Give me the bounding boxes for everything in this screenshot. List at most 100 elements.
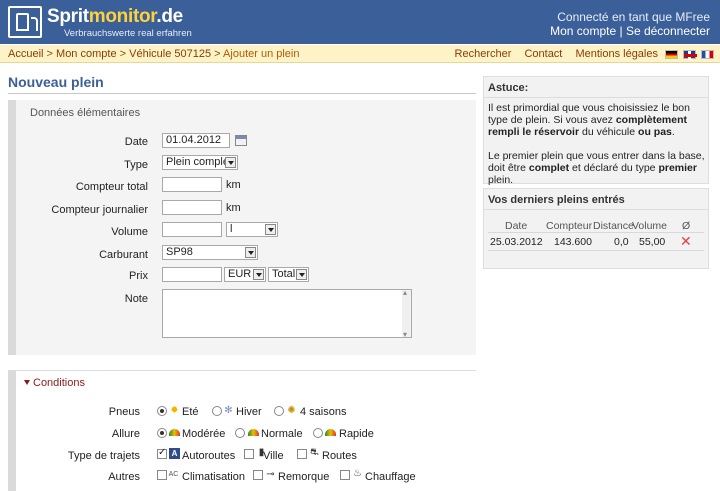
trips-city-label: Ville — [263, 450, 284, 462]
caret-down-icon — [24, 380, 30, 385]
calendar-icon[interactable] — [235, 135, 247, 146]
breadcrumb-account[interactable]: Mon compte — [56, 48, 117, 60]
tyres-summer-radio[interactable] — [157, 406, 167, 416]
tip-paragraph-1: Il est primordial que vous choisissiez l… — [488, 102, 690, 138]
tyres-winter-radio[interactable] — [212, 406, 222, 416]
trips-road-checkbox[interactable] — [297, 449, 307, 459]
note-textarea[interactable] — [162, 288, 412, 339]
search-link[interactable]: Rechercher — [455, 48, 512, 60]
site-header: Spritmonitor.de Verbrauchswerte real erf… — [0, 0, 720, 44]
fuel-select-value: SP98 — [166, 246, 193, 258]
trips-city-checkbox[interactable] — [244, 449, 254, 459]
legal-link[interactable]: Mentions légales — [575, 48, 658, 60]
volume-input[interactable] — [162, 222, 222, 237]
style-fast-label: Rapide — [339, 428, 374, 440]
trip-input[interactable] — [162, 200, 222, 215]
odometer-label: Compteur total — [75, 181, 148, 193]
type-select[interactable]: Plein complet — [162, 155, 238, 170]
fuel-select[interactable]: SP98 — [162, 245, 258, 260]
other-heating-checkbox[interactable] — [340, 470, 350, 480]
col-date-header: Date — [505, 220, 528, 232]
currency-select[interactable]: EUR — [224, 267, 266, 282]
breadcrumb-bar: Accueil > Mon compte > Véhicule 507125 >… — [0, 45, 720, 63]
breadcrumb-current: Ajouter un plein — [223, 48, 300, 60]
chevron-down-icon — [253, 269, 264, 280]
tyres-allseason-label: 4 saisons — [300, 406, 347, 418]
all-season-icon: ✺ — [287, 405, 296, 416]
title-divider — [8, 93, 476, 94]
conditions-toggle[interactable]: Conditions — [24, 377, 85, 389]
trips-highway-checkbox[interactable] — [157, 447, 167, 459]
tyres-summer-label: Eté — [182, 406, 199, 418]
last-entries-title: Vos derniers pleins entrés — [488, 194, 625, 206]
chevron-down-icon — [296, 269, 307, 280]
currency-select-value: EUR — [228, 268, 252, 280]
other-trailer-label: Remorque — [278, 471, 330, 483]
basic-data-heading: Données élémentaires — [30, 107, 141, 119]
style-moderate-radio[interactable] — [157, 428, 167, 438]
other-label: Autres — [108, 471, 140, 483]
odometer-unit: km — [226, 179, 241, 191]
french-flag-icon[interactable] — [701, 50, 714, 59]
style-moderate-label: Modérée — [182, 428, 226, 440]
page-title: Nouveau plein — [8, 74, 104, 90]
fuel-label: Carburant — [99, 249, 148, 261]
table-header-rule — [488, 232, 704, 233]
conditions-divider — [8, 370, 476, 371]
note-scrollbar[interactable] — [402, 288, 411, 339]
volume-unit-select[interactable]: l — [226, 222, 278, 237]
my-account-link[interactable]: Mon compte — [550, 24, 616, 38]
type-label: Type — [124, 159, 148, 171]
fuel-pump-logo-icon[interactable] — [8, 6, 42, 38]
odometer-input[interactable] — [162, 177, 222, 192]
date-label: Date — [124, 136, 148, 148]
tip-title: Astuce: — [488, 82, 529, 94]
delete-entry-icon[interactable]: ✕ — [680, 233, 692, 250]
breadcrumb-vehicle[interactable]: Véhicule 507125 — [129, 48, 211, 60]
chevron-down-icon — [225, 157, 236, 168]
last-entries-divider — [484, 209, 708, 210]
price-mode-value: Total — [272, 268, 296, 280]
col-average-header: Ø — [682, 220, 691, 232]
breadcrumb-sep-2: > — [119, 48, 127, 60]
logout-link[interactable]: Se déconnecter — [626, 24, 710, 38]
row-date: 25.03.2012 — [490, 236, 543, 248]
row-odometer: 143.600 — [554, 236, 592, 248]
english-flag-icon[interactable] — [682, 50, 697, 60]
german-flag-icon[interactable] — [664, 50, 678, 59]
style-normal-label: Normale — [261, 428, 303, 440]
trips-road-label: Routes — [322, 450, 357, 462]
style-fast-radio[interactable] — [313, 428, 323, 438]
tyres-winter-label: Hiver — [236, 406, 262, 418]
breadcrumb-sep-1: > — [46, 48, 53, 60]
other-ac-checkbox[interactable] — [157, 470, 167, 480]
price-mode-select[interactable]: Total — [268, 267, 309, 282]
user-links-separator: | — [619, 24, 623, 38]
date-input[interactable]: 01.04.2012 — [162, 133, 230, 148]
style-normal-radio[interactable] — [235, 428, 245, 438]
site-logo-text[interactable]: Spritmonitor.de — [47, 6, 183, 28]
heating-icon: ♨ — [353, 468, 362, 479]
tip-box: Astuce: Il est primordial que vous chois… — [483, 76, 709, 186]
breadcrumb-home[interactable]: Accueil — [8, 48, 43, 60]
site-tagline: Verbrauchswerte real erfahren — [64, 28, 192, 39]
volume-label: Volume — [111, 226, 148, 238]
trips-label: Type de trajets — [67, 450, 140, 462]
col-distance-header: Distance — [593, 220, 634, 232]
conditions-heading: Conditions — [33, 377, 85, 389]
tip-body: Il est primordial que vous choisissiez l… — [488, 102, 706, 186]
tyres-allseason-radio[interactable] — [274, 406, 284, 416]
note-label: Note — [124, 293, 148, 305]
gauge-moderate-icon — [169, 429, 180, 436]
col-odometer-header: Compteur — [546, 220, 593, 232]
other-trailer-checkbox[interactable] — [253, 470, 263, 480]
trailer-icon: ⊸ — [266, 469, 275, 480]
contact-link[interactable]: Contact — [524, 48, 562, 60]
language-flags — [663, 50, 714, 62]
trip-label: Compteur journalier — [51, 204, 148, 216]
type-select-value: Plein complet — [166, 156, 233, 168]
tip-paragraph-2: Le premier plein que vous entrer dans la… — [488, 150, 705, 186]
air-conditioning-icon: AC — [168, 471, 179, 478]
style-label: Allure — [111, 428, 140, 440]
price-input[interactable] — [162, 267, 222, 282]
